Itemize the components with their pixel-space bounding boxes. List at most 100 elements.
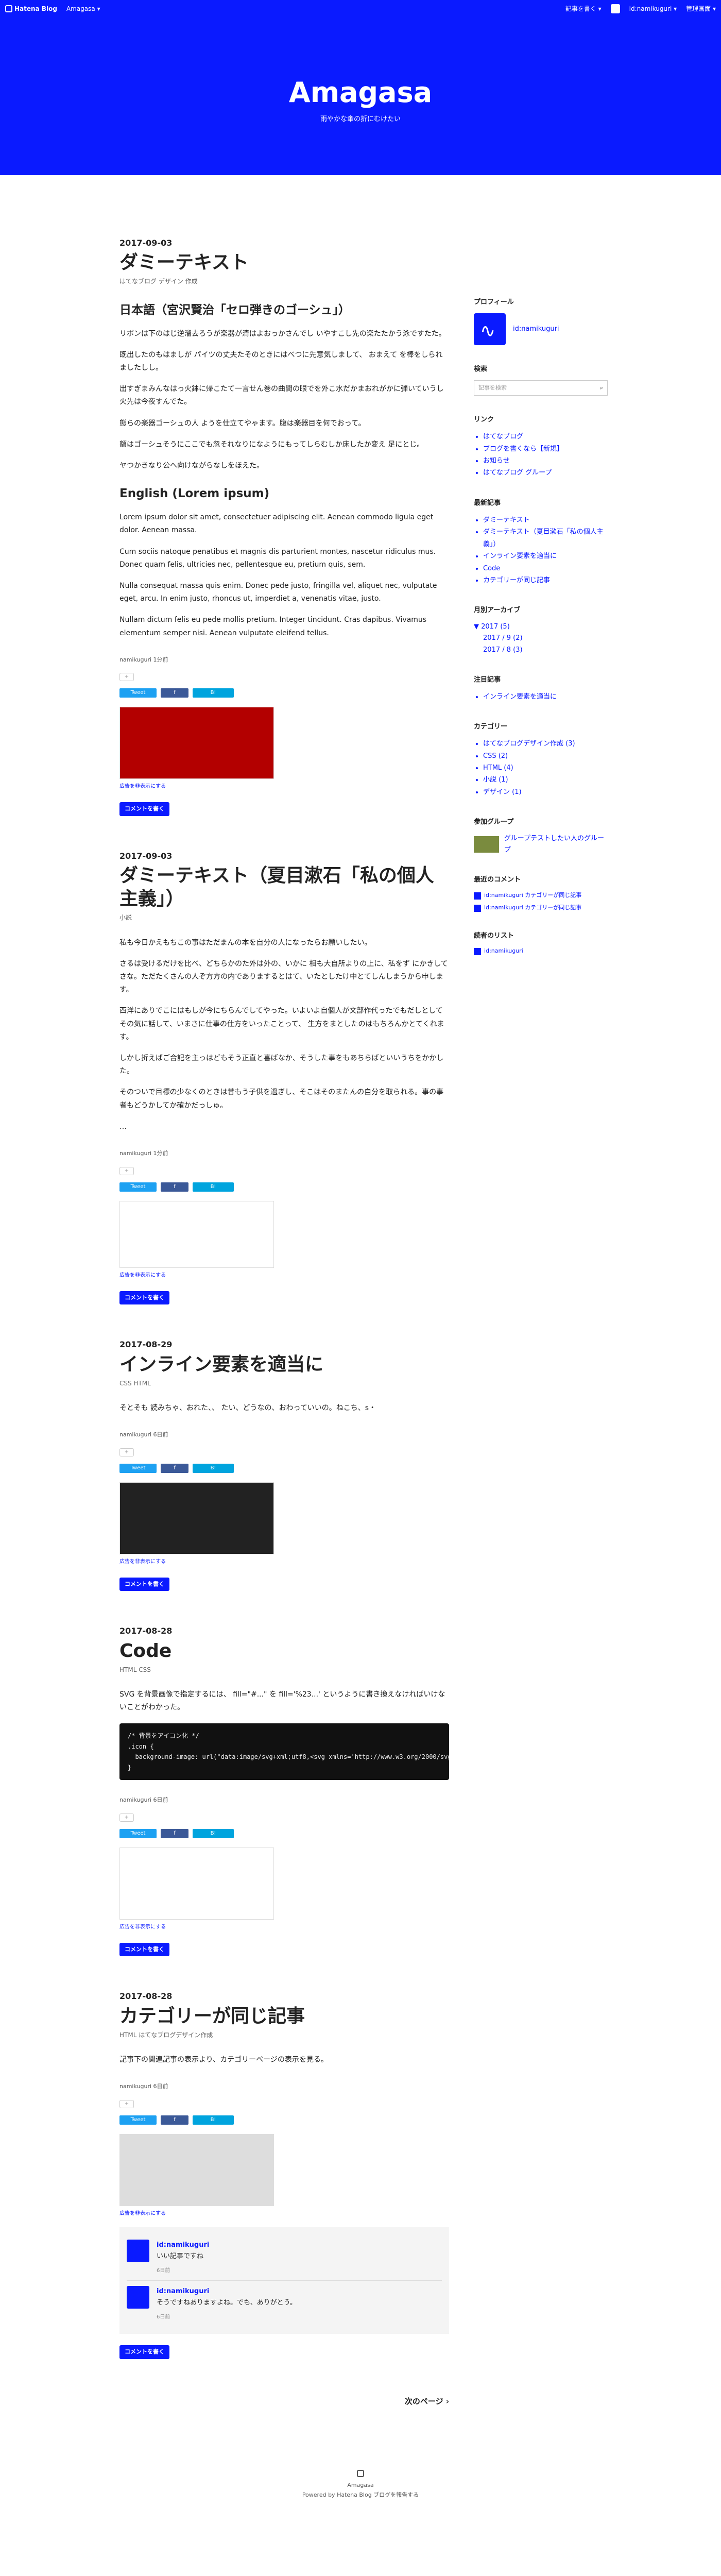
ad-banner[interactable] xyxy=(119,707,274,779)
entry-date[interactable]: 2017-08-28 xyxy=(119,1624,449,1638)
recent-entry-link[interactable]: インライン要素を適当に xyxy=(483,550,608,562)
tweet-button[interactable]: Tweet xyxy=(119,1828,157,1838)
entry-date[interactable]: 2017-09-03 xyxy=(119,849,449,863)
search-input[interactable]: 記事を検索 ⌕ xyxy=(474,380,608,396)
hatebu-button[interactable]: B! xyxy=(193,1828,234,1838)
archive-item[interactable]: 2017 / 9 (2) xyxy=(474,633,608,644)
ad-banner[interactable] xyxy=(119,1482,274,1554)
sidebar-link[interactable]: お知らせ xyxy=(483,455,608,467)
recent-entry-link[interactable]: カテゴリーが同じ記事 xyxy=(483,574,608,586)
hatebu-button[interactable]: B! xyxy=(193,2115,234,2125)
comment-text: そうですねありますよね。でも、ありがとう。 xyxy=(157,2299,297,2307)
tweet-button[interactable]: Tweet xyxy=(119,1463,157,1473)
popular-entry-link[interactable]: インライン要素を適当に xyxy=(483,691,608,703)
commenter-avatar[interactable] xyxy=(127,2286,149,2309)
archive-item[interactable]: ▼ 2017 (5) xyxy=(474,621,608,633)
ad-banner[interactable] xyxy=(119,2133,274,2206)
hide-ad-link[interactable]: 広告を非表示にする xyxy=(119,782,449,791)
write-menu[interactable]: 記事を書く ▾ xyxy=(565,4,602,14)
recent-comments: id:namikuguri カテゴリーが同じ記事 id:namikuguri カテ… xyxy=(474,891,608,912)
comment-time[interactable]: 6日前 xyxy=(157,2266,209,2275)
user-avatar[interactable] xyxy=(610,4,620,13)
reader-avatar[interactable] xyxy=(474,947,481,955)
recent-comment-avatar[interactable] xyxy=(474,892,481,900)
profile-id[interactable]: id:namikuguri xyxy=(513,324,559,335)
category-link[interactable]: 小説 (1) xyxy=(483,774,608,786)
commenter-name[interactable]: id:namikuguri xyxy=(157,2286,297,2297)
entry-date[interactable]: 2017-09-03 xyxy=(119,236,449,250)
ad-banner[interactable] xyxy=(119,1847,274,1920)
write-comment-button[interactable]: コメントを書く xyxy=(119,802,169,817)
category-link[interactable]: HTML (4) xyxy=(483,762,608,774)
facebook-button[interactable]: f xyxy=(161,1182,188,1192)
write-comment-button[interactable]: コメントを書く xyxy=(119,1577,169,1591)
recent-comment-avatar[interactable] xyxy=(474,904,481,912)
blog-menu[interactable]: Amagasa ▾ xyxy=(66,4,100,14)
entry-title[interactable]: ダミーテキスト（夏目漱石「私の個人主義」） xyxy=(119,864,449,910)
recent-comment-link[interactable]: id:namikuguri カテゴリーが同じ記事 xyxy=(484,904,581,912)
ad-banner[interactable] xyxy=(119,1200,274,1268)
tweet-button[interactable]: Tweet xyxy=(119,688,157,698)
next-page-link[interactable]: 次のページ › xyxy=(119,2395,449,2409)
write-comment-button[interactable]: コメントを書く xyxy=(119,1291,169,1305)
entry-title[interactable]: ダミーテキスト xyxy=(119,251,449,274)
category-link[interactable]: はてなブログデザイン作成 (3) xyxy=(483,738,608,750)
recent-comment-link[interactable]: id:namikuguri カテゴリーが同じ記事 xyxy=(484,891,581,900)
star-button[interactable]: + xyxy=(119,1448,134,1456)
entry-title[interactable]: Code xyxy=(119,1639,449,1663)
write-comment-button[interactable]: コメントを書く xyxy=(119,2345,169,2359)
recent-entry-link[interactable]: ダミーテキスト（夏目漱石「私の個人主義」） xyxy=(483,526,608,550)
entry-date[interactable]: 2017-08-29 xyxy=(119,1337,449,1351)
blog-title[interactable]: Amagasa xyxy=(0,77,721,108)
comment-time[interactable]: 6日前 xyxy=(157,2313,297,2321)
hide-ad-link[interactable]: 広告を非表示にする xyxy=(119,1271,449,1280)
entry-title[interactable]: インライン要素を適当に xyxy=(119,1353,449,1376)
hide-ad-link[interactable]: 広告を非表示にする xyxy=(119,2209,449,2218)
hide-ad-link[interactable]: 広告を非表示にする xyxy=(119,1557,449,1566)
reader-link[interactable]: id:namikuguri xyxy=(484,947,523,955)
hatebu-button[interactable]: B! xyxy=(193,1182,234,1192)
sidebar-link[interactable]: ブログを書くなら【新規】 xyxy=(483,443,608,455)
star-button[interactable]: + xyxy=(119,1166,134,1175)
entry-date[interactable]: 2017-08-28 xyxy=(119,1989,449,2003)
search-icon[interactable]: ⌕ xyxy=(600,383,603,393)
facebook-button[interactable]: f xyxy=(161,1463,188,1473)
entry-title[interactable]: カテゴリーが同じ記事 xyxy=(119,2005,449,2028)
group-image[interactable] xyxy=(474,836,499,853)
user-menu[interactable]: id:namikuguri ▾ xyxy=(629,4,677,14)
footer-brand[interactable]: Amagasa xyxy=(0,2481,721,2490)
star-button[interactable]: + xyxy=(119,1813,134,1822)
tweet-button[interactable]: Tweet xyxy=(119,2115,157,2125)
entry-categories[interactable]: HTML はてなブログデザイン作成 xyxy=(119,2030,449,2040)
entry-categories[interactable]: HTML CSS xyxy=(119,1665,449,1675)
entry-categories[interactable]: CSS HTML xyxy=(119,1378,449,1388)
entry-categories[interactable]: 小説 xyxy=(119,912,449,923)
recent-list: ダミーテキストダミーテキスト（夏目漱石「私の個人主義」）インライン要素を適当にC… xyxy=(474,514,608,586)
commenter-name[interactable]: id:namikuguri xyxy=(157,2240,209,2251)
sidebar-link[interactable]: はてなブログ グループ xyxy=(483,467,608,479)
hatebu-button[interactable]: B! xyxy=(193,688,234,698)
hatena-logo[interactable]: Hatena Blog xyxy=(5,4,57,14)
commenter-avatar[interactable] xyxy=(127,2239,149,2262)
write-comment-button[interactable]: コメントを書く xyxy=(119,1942,169,1957)
facebook-button[interactable]: f xyxy=(161,1828,188,1838)
entry-categories[interactable]: はてなブログ デザイン 作成 xyxy=(119,276,449,286)
facebook-button[interactable]: f xyxy=(161,2115,188,2125)
archive-title: 月別アーカイブ xyxy=(474,606,521,615)
hatebu-button[interactable]: B! xyxy=(193,1463,234,1473)
sidebar-link[interactable]: はてなブログ xyxy=(483,431,608,443)
star-button[interactable]: + xyxy=(119,2099,134,2108)
star-button[interactable]: + xyxy=(119,673,134,682)
recent-entry-link[interactable]: ダミーテキスト xyxy=(483,514,608,526)
footer-powered[interactable]: Powered by Hatena Blog ブログを報告する xyxy=(0,2490,721,2500)
hide-ad-link[interactable]: 広告を非表示にする xyxy=(119,1923,449,1931)
group-link[interactable]: グループテストしたい人のグループ xyxy=(504,833,608,856)
archive-item[interactable]: 2017 / 8 (3) xyxy=(474,645,608,656)
tweet-button[interactable]: Tweet xyxy=(119,1182,157,1192)
recent-entry-link[interactable]: Code xyxy=(483,563,608,574)
facebook-button[interactable]: f xyxy=(161,688,188,698)
category-link[interactable]: CSS (2) xyxy=(483,750,608,762)
category-link[interactable]: デザイン (1) xyxy=(483,786,608,798)
profile-avatar[interactable] xyxy=(474,313,506,347)
admin-menu[interactable]: 管理画面 ▾ xyxy=(686,4,716,14)
